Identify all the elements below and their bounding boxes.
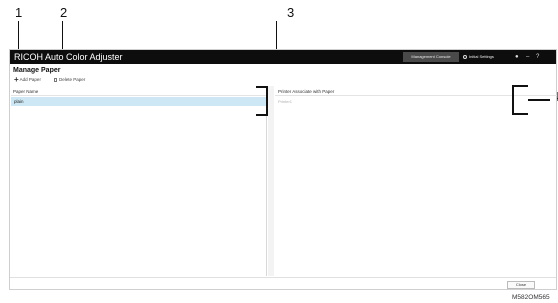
initial-settings-label: Initial Settings bbox=[469, 54, 494, 59]
app-title: RICOH Auto Color Adjuster bbox=[14, 52, 123, 62]
callout-3: 3 bbox=[287, 5, 295, 20]
delete-paper-label: Delete Paper bbox=[59, 77, 86, 82]
footer-divider bbox=[10, 277, 556, 278]
gear-icon bbox=[463, 54, 467, 59]
paper-list-row[interactable]: plain bbox=[11, 97, 266, 106]
callout-2: 2 bbox=[60, 5, 68, 20]
user-icon[interactable]: ● bbox=[515, 52, 519, 62]
add-paper-button[interactable]: +Add Paper bbox=[14, 76, 41, 84]
help-button[interactable]: ? bbox=[536, 52, 539, 62]
panel-splitter[interactable] bbox=[268, 86, 274, 276]
callout-4-bracket bbox=[512, 85, 528, 115]
trash-icon bbox=[54, 77, 57, 82]
callout-4-leader bbox=[528, 99, 550, 101]
delete-paper-button[interactable]: Delete Paper bbox=[54, 76, 85, 84]
close-button[interactable]: Close bbox=[507, 281, 535, 289]
paper-name-column-header: Paper Name bbox=[11, 88, 266, 96]
management-console-button[interactable]: Management Console bbox=[403, 52, 459, 62]
add-paper-label: Add Paper bbox=[19, 77, 41, 83]
figure-code: M582OM565 bbox=[512, 294, 550, 301]
initial-settings-button[interactable]: Initial Settings bbox=[463, 52, 494, 62]
minimize-button[interactable]: – bbox=[526, 52, 529, 62]
page-title: Manage Paper bbox=[13, 67, 61, 74]
callout-1: 1 bbox=[15, 5, 23, 20]
printer-entry: Printer1 bbox=[278, 99, 293, 104]
plus-icon: + bbox=[14, 75, 19, 84]
paper-list-panel: Paper Name plain bbox=[11, 86, 267, 276]
app-window: RICOH Auto Color Adjuster Management Con… bbox=[9, 49, 557, 290]
title-bar: RICOH Auto Color Adjuster Management Con… bbox=[10, 50, 556, 64]
callout-3-bracket bbox=[256, 86, 268, 116]
